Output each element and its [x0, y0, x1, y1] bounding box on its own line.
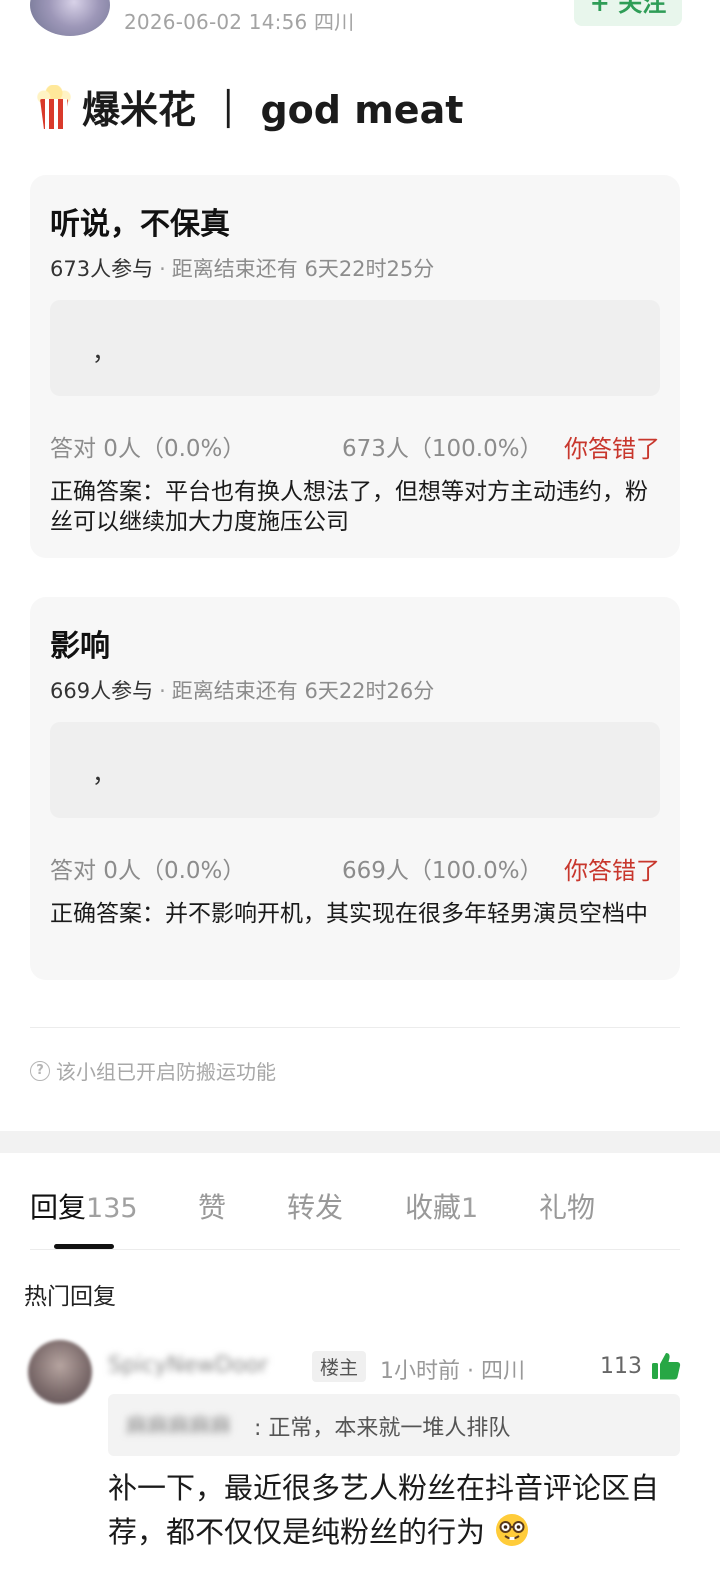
- poll-time-left: 距离结束还有 6天22时25分: [171, 257, 435, 281]
- divider: [30, 1249, 680, 1250]
- poll-title: 听说，不保真: [50, 207, 230, 242]
- nerd-face-emoji-icon: [496, 1514, 529, 1546]
- poll-card: 影响 669人参与 · 距离结束还有 6天22时26分 ， 答对 0人（0.0%） …: [30, 597, 680, 980]
- poll-wrong-stat: 673人（100.0%）: [342, 436, 543, 462]
- tab-label: 礼物: [539, 1191, 596, 1224]
- owner-badge: 楼主: [312, 1351, 367, 1382]
- poll-correct-stat: 答对 0人（0.0%）: [50, 858, 246, 884]
- tab-label: 回复: [30, 1191, 87, 1224]
- tab-likes[interactable]: 赞: [198, 1186, 226, 1226]
- tab-count: 135: [86, 1193, 138, 1224]
- poll-option-text: ，: [92, 338, 116, 366]
- tab-label: 赞: [198, 1191, 227, 1224]
- like-count: 113: [600, 1353, 642, 1379]
- tab-gifts[interactable]: 礼物: [539, 1186, 595, 1226]
- quoted-text: : 正常，本来就一堆人排队: [254, 1416, 511, 1441]
- comment-time: 1小时前 · 四川: [380, 1359, 525, 1384]
- poll-result: 你答错了: [564, 435, 660, 463]
- poll-option[interactable]: ，: [50, 300, 660, 396]
- poll-participants: 673人参与: [50, 257, 154, 281]
- post-title: 爆米花 ｜ god meat: [82, 87, 464, 132]
- divider: [30, 1027, 680, 1028]
- poll-title: 影响: [50, 629, 110, 664]
- comment-text: 补一下，最近很多艺人粉丝在抖音评论区自荐，都不仅仅是纯粉丝的行为: [108, 1471, 660, 1549]
- popcorn-icon: [34, 83, 74, 129]
- tab-label: 收藏: [405, 1191, 462, 1224]
- poll-participants: 669人参与: [50, 679, 154, 703]
- poll-meta: 669人参与 · 距离结束还有 6天22时26分: [50, 679, 435, 703]
- post-meta: 2026-06-02 14:56 四川: [124, 10, 355, 34]
- comment-body: 补一下，最近很多艺人粉丝在抖音评论区自荐，都不仅仅是纯粉丝的行为: [108, 1466, 688, 1554]
- anti-repost-notice: ? 该小组已开启防搬运功能: [30, 1056, 276, 1085]
- commenter-name[interactable]: SpicyNewDoor: [108, 1353, 268, 1378]
- tab-replies[interactable]: 回复135: [30, 1186, 138, 1226]
- author-avatar[interactable]: [30, 0, 110, 36]
- poll-option-text: ，: [92, 760, 116, 788]
- tab-reposts[interactable]: 转发: [287, 1186, 343, 1226]
- poll-wrong-stat: 669人（100.0%）: [342, 858, 543, 884]
- like-button[interactable]: 113: [600, 1350, 682, 1382]
- question-circle-icon[interactable]: ?: [30, 1060, 50, 1081]
- notice-text: 该小组已开启防搬运功能: [56, 1060, 276, 1084]
- follow-button[interactable]: + 关注: [574, 0, 682, 26]
- poll-time-left: 距离结束还有 6天22时26分: [171, 679, 435, 703]
- quoted-user: 麻麻麻麻麻: [126, 1414, 231, 1438]
- tab-label: 转发: [287, 1191, 344, 1224]
- poll-answer: 正确答案：并不影响开机，其实现在很多年轻男演员空档中: [50, 901, 648, 927]
- poll-correct-stat: 答对 0人（0.0%）: [50, 436, 246, 462]
- poll-answer: 正确答案：平台也有换人想法了，但想等对方主动违约，粉丝可以继续加大力度施压公司: [50, 479, 648, 535]
- interaction-tabs: 回复135 赞 转发 收藏1 礼物: [0, 1186, 720, 1232]
- poll-option[interactable]: ，: [50, 722, 660, 818]
- commenter-avatar[interactable]: [28, 1340, 92, 1404]
- poll-meta: 673人参与 · 距离结束还有 6天22时25分: [50, 257, 435, 281]
- poll-card: 听说，不保真 673人参与 · 距离结束还有 6天22时25分 ， 答对 0人（0.…: [30, 175, 680, 558]
- hot-replies-label: 热门回复: [24, 1284, 116, 1310]
- poll-result: 你答错了: [564, 857, 660, 885]
- thumbs-up-icon: [652, 1353, 681, 1380]
- tab-favorites[interactable]: 收藏1: [405, 1186, 478, 1226]
- tab-count: 1: [461, 1193, 479, 1224]
- section-separator: [0, 1131, 720, 1153]
- quoted-reply[interactable]: 麻麻麻麻麻 : 正常，本来就一堆人排队: [108, 1394, 680, 1456]
- post-title-row: 爆米花 ｜ god meat: [34, 82, 463, 132]
